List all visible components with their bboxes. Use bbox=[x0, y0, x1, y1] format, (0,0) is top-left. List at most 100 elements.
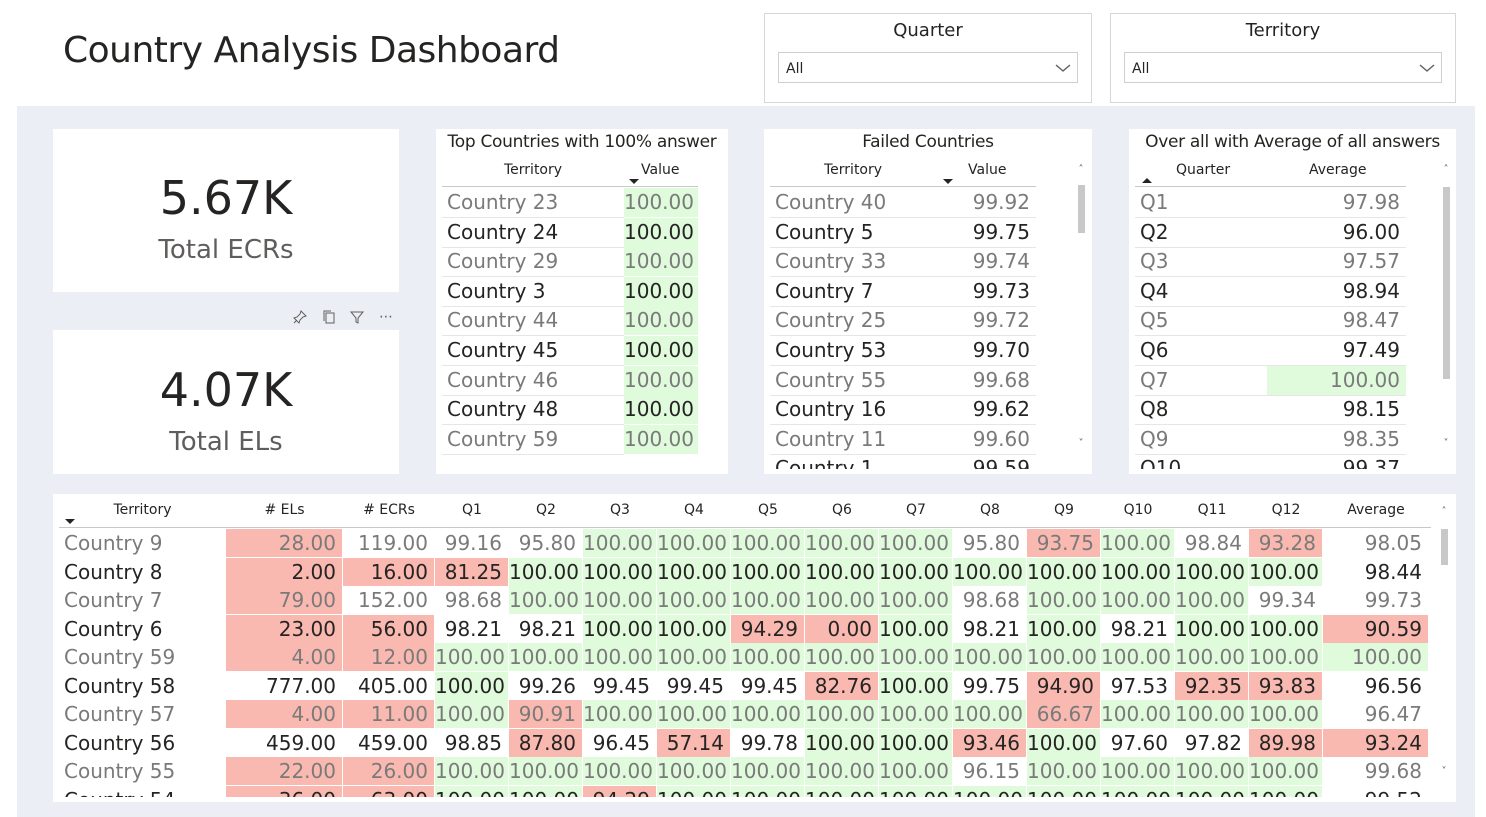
column-header-q6[interactable]: Q6 bbox=[805, 502, 879, 518]
quarter-cell: Q8 bbox=[1140, 397, 1169, 421]
value-cell: 459.00 bbox=[266, 731, 336, 755]
value-cell: 100.00 bbox=[879, 700, 952, 728]
value-cell: 100.00 bbox=[731, 529, 804, 557]
value-cell: 12.00 bbox=[343, 643, 434, 671]
territory-cell: Country 5 bbox=[775, 220, 874, 244]
value-cell: 100.00 bbox=[805, 529, 878, 557]
value-cell: 100.00 bbox=[583, 586, 656, 614]
total-els-card[interactable]: 4.07K Total ELs bbox=[53, 330, 399, 474]
average-cell: 99.37 bbox=[1342, 456, 1400, 469]
value-cell: 100.00 bbox=[509, 643, 582, 671]
value-cell: 99.75 bbox=[972, 220, 1030, 244]
value-cell: 57.14 bbox=[657, 729, 730, 757]
scroll-thumb[interactable] bbox=[1078, 185, 1085, 233]
scroll-up-icon[interactable]: ˄ bbox=[1076, 165, 1086, 175]
quarter-slicer: Quarter All bbox=[764, 13, 1092, 103]
average-cell: 100.00 bbox=[1267, 366, 1406, 395]
country-matrix-table[interactable]: Territory # ELs # ECRs Q1 Q2 Q3 Q4 Q5 Q6 Q7 Q8 Q9 Q1… bbox=[53, 494, 1456, 802]
value-cell: 98.21 bbox=[962, 617, 1020, 641]
column-header-q8[interactable]: Q8 bbox=[953, 502, 1027, 518]
column-header-value[interactable]: Value bbox=[968, 162, 1006, 178]
value-cell: 100.00 bbox=[1175, 558, 1248, 586]
value-cell: 100.00 bbox=[1249, 643, 1322, 671]
value-cell: 100.00 bbox=[435, 700, 508, 728]
column-header-q4[interactable]: Q4 bbox=[657, 502, 731, 518]
value-cell: 98.84 bbox=[1184, 531, 1242, 555]
overall-average-scrollbar[interactable]: ˄ ˅ bbox=[1441, 165, 1451, 460]
column-header-q12[interactable]: Q12 bbox=[1249, 502, 1323, 518]
scroll-down-icon[interactable]: ˅ bbox=[1441, 439, 1451, 449]
overall-average-table[interactable]: Over all with Average of all answers Qua… bbox=[1129, 129, 1456, 474]
top-countries-title: Top Countries with 100% answer bbox=[447, 132, 717, 152]
quarter-cell: Q1 bbox=[1140, 190, 1169, 214]
column-header-average[interactable]: Average bbox=[1323, 502, 1429, 518]
column-header-q11[interactable]: Q11 bbox=[1175, 502, 1249, 518]
territory-cell: Country 58 bbox=[64, 674, 176, 698]
value-cell: 99.75 bbox=[962, 674, 1020, 698]
column-header-territory[interactable]: Territory bbox=[504, 162, 562, 178]
value-cell: 99.59 bbox=[972, 456, 1030, 469]
scroll-thumb[interactable] bbox=[1443, 187, 1450, 379]
column-header-els[interactable]: # ELs bbox=[226, 502, 343, 518]
pin-icon[interactable] bbox=[289, 306, 311, 328]
value-cell: 90.91 bbox=[509, 700, 582, 728]
column-header-q7[interactable]: Q7 bbox=[879, 502, 953, 518]
value-cell: 100.00 bbox=[805, 757, 878, 785]
value-cell: 92.35 bbox=[1175, 672, 1248, 700]
column-header-territory[interactable]: Territory bbox=[59, 502, 226, 518]
territory-cell: Country 6 bbox=[64, 617, 163, 641]
scroll-down-icon[interactable]: ˅ bbox=[1076, 439, 1086, 449]
failed-countries-scrollbar[interactable]: ˄ ˅ bbox=[1076, 165, 1086, 460]
more-options-icon[interactable]: ⋯ bbox=[375, 306, 397, 328]
value-cell: 100.00 bbox=[1027, 729, 1100, 757]
total-ecrs-card[interactable]: 5.67K Total ECRs bbox=[53, 129, 399, 292]
value-cell: 100.00 bbox=[879, 615, 952, 643]
column-header-quarter[interactable]: Quarter bbox=[1176, 162, 1230, 178]
value-cell: 87.80 bbox=[509, 729, 582, 757]
column-header-q3[interactable]: Q3 bbox=[583, 502, 657, 518]
scroll-thumb[interactable] bbox=[1441, 529, 1448, 565]
matrix-scrollbar[interactable]: ˄ ˅ bbox=[1439, 507, 1449, 781]
column-header-value[interactable]: Value bbox=[641, 162, 679, 178]
filter-icon[interactable] bbox=[346, 306, 368, 328]
value-cell: 2.00 bbox=[226, 558, 342, 586]
value-cell: 100.00 bbox=[1101, 700, 1174, 728]
copy-icon[interactable] bbox=[318, 306, 340, 328]
column-header-average[interactable]: Average bbox=[1309, 162, 1367, 178]
top-countries-table[interactable]: Top Countries with 100% answer Territory… bbox=[436, 129, 728, 474]
quarter-dropdown[interactable]: All bbox=[778, 52, 1078, 83]
value-cell: 100.00 bbox=[879, 586, 952, 614]
value-cell: 100.00 bbox=[879, 529, 952, 557]
value-cell: 100.00 bbox=[509, 586, 582, 614]
territory-cell: Country 9 bbox=[64, 531, 163, 555]
column-header-q5[interactable]: Q5 bbox=[731, 502, 805, 518]
territory-dropdown[interactable]: All bbox=[1124, 52, 1442, 83]
column-header-q2[interactable]: Q2 bbox=[509, 502, 583, 518]
value-cell: 93.75 bbox=[1027, 529, 1100, 557]
failed-countries-table[interactable]: Failed Countries Territory Value Country… bbox=[764, 129, 1092, 474]
column-header-q10[interactable]: Q10 bbox=[1101, 502, 1175, 518]
scroll-down-icon[interactable]: ˅ bbox=[1439, 767, 1449, 777]
value-cell: 100.00 bbox=[583, 615, 656, 643]
value-cell: 100.00 bbox=[731, 586, 804, 614]
value-cell: 99.26 bbox=[518, 674, 576, 698]
value-cell: 100.00 bbox=[657, 643, 730, 671]
value-cell: 95.80 bbox=[962, 531, 1020, 555]
column-header-q1[interactable]: Q1 bbox=[435, 502, 509, 518]
value-cell: 11.00 bbox=[343, 700, 434, 728]
value-cell: 66.67 bbox=[1027, 700, 1100, 728]
scroll-up-icon[interactable]: ˄ bbox=[1439, 507, 1449, 517]
scroll-up-icon[interactable]: ˄ bbox=[1441, 165, 1451, 175]
sort-descending-icon bbox=[65, 519, 75, 524]
value-cell: 90.59 bbox=[1323, 615, 1428, 643]
value-cell: 0.00 bbox=[805, 615, 878, 643]
value-cell: 100.00 bbox=[731, 700, 804, 728]
column-header-ecrs[interactable]: # ECRs bbox=[343, 502, 435, 518]
column-header-q9[interactable]: Q9 bbox=[1027, 502, 1101, 518]
value-cell: 98.85 bbox=[444, 731, 502, 755]
column-header-territory[interactable]: Territory bbox=[824, 162, 882, 178]
territory-cell: Country 7 bbox=[64, 588, 163, 612]
average-cell: 97.57 bbox=[1342, 249, 1400, 273]
value-cell: 100.00 bbox=[1175, 586, 1248, 614]
territory-cell: Country 29 bbox=[447, 249, 559, 273]
